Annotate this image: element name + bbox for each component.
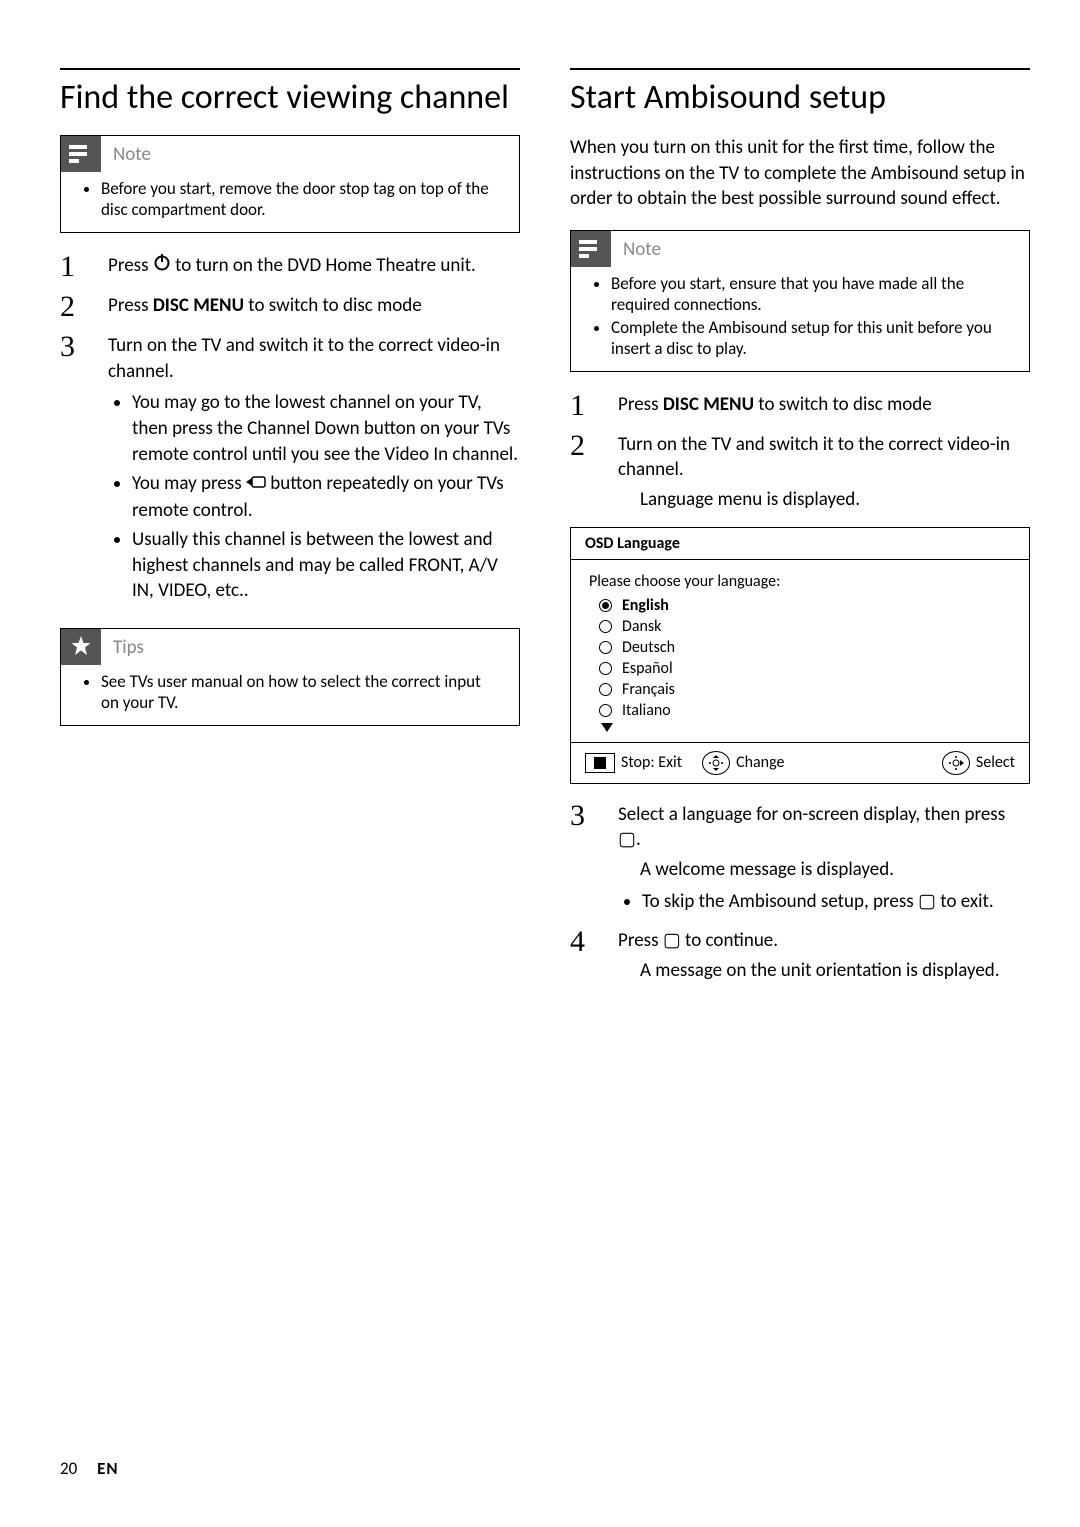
- step-2: Turn on the TV and switch it to the corr…: [570, 432, 1030, 513]
- result-text: A message on the unit orientation is dis…: [618, 958, 1030, 984]
- sub-item: Usually this channel is between the lowe…: [132, 527, 520, 604]
- nav-right-icon: [942, 751, 970, 775]
- tips-item: See TVs user manual on how to select the…: [101, 671, 501, 713]
- step-1: Press to turn on the DVD Home Theatre un…: [60, 253, 520, 279]
- stop-icon: [594, 757, 606, 769]
- sub-item: To skip the Ambisound setup, press ▢ to …: [642, 889, 1030, 915]
- lang-option[interactable]: English: [599, 595, 1011, 616]
- step-1: Press DISC MENU to switch to disc mode: [570, 392, 1030, 418]
- note-label: Note: [101, 143, 151, 166]
- tips-icon: [61, 629, 101, 665]
- step-3: Select a language for on-screen display,…: [570, 802, 1030, 915]
- note-item: Before you start, remove the door stop t…: [101, 178, 501, 220]
- left-steps: Press to turn on the DVD Home Theatre un…: [60, 253, 520, 604]
- result-text: A welcome message is displayed.: [618, 857, 1030, 883]
- page-footer: 20 EN: [60, 1458, 119, 1479]
- lang-option[interactable]: Français: [599, 679, 1011, 700]
- right-column: Start Ambisound setup When you turn on t…: [570, 68, 1030, 997]
- note-label: Note: [611, 238, 661, 261]
- osd-change-button[interactable]: Change: [702, 751, 784, 775]
- tips-label: Tips: [101, 636, 144, 659]
- osd-language-menu: OSD Language Please choose your language…: [570, 527, 1030, 784]
- note-icon: [571, 231, 611, 267]
- step-4: Press ▢ to continue. A message on the un…: [570, 928, 1030, 983]
- note-item: Complete the Ambisound setup for this un…: [611, 317, 1011, 359]
- osd-stop-button[interactable]: Stop: Exit: [585, 753, 682, 773]
- lang-option[interactable]: Deutsch: [599, 637, 1011, 658]
- lang-option[interactable]: Dansk: [599, 616, 1011, 637]
- language-list: English Dansk Deutsch Español Français I…: [599, 595, 1011, 721]
- note-icon: [61, 136, 101, 172]
- osd-title: OSD Language: [571, 528, 1029, 560]
- power-icon: [153, 253, 171, 279]
- footer-lang: EN: [97, 1458, 119, 1479]
- page-number: 20: [60, 1458, 77, 1479]
- sub-item: You may press button repeatedly on your …: [132, 471, 520, 523]
- right-steps-b: Select a language for on-screen display,…: [570, 802, 1030, 984]
- osd-select-button[interactable]: Select: [942, 751, 1015, 775]
- right-steps-a: Press DISC MENU to switch to disc mode T…: [570, 392, 1030, 513]
- osd-prompt: Please choose your language:: [589, 572, 1011, 591]
- source-icon: [246, 471, 266, 497]
- right-title: Start Ambisound setup: [570, 78, 1030, 117]
- lang-option[interactable]: Español: [599, 658, 1011, 679]
- note-item: Before you start, ensure that you have m…: [611, 273, 1011, 315]
- left-note: Note Before you start, remove the door s…: [60, 135, 520, 233]
- more-down-icon[interactable]: [601, 723, 613, 732]
- left-title: Find the correct viewing channel: [60, 78, 520, 117]
- nav-vertical-icon: [702, 751, 730, 775]
- left-column: Find the correct viewing channel Note Be…: [60, 68, 520, 997]
- step-2: Press DISC MENU to switch to disc mode: [60, 293, 520, 319]
- sub-item: You may go to the lowest channel on your…: [132, 390, 520, 467]
- lang-option[interactable]: Italiano: [599, 700, 1011, 721]
- right-note: Note Before you start, ensure that you h…: [570, 230, 1030, 372]
- step-3: Turn on the TV and switch it to the corr…: [60, 333, 520, 604]
- tips-box: Tips See TVs user manual on how to selec…: [60, 628, 520, 726]
- intro-text: When you turn on this unit for the first…: [570, 135, 1030, 212]
- result-text: Language menu is displayed.: [618, 487, 1030, 513]
